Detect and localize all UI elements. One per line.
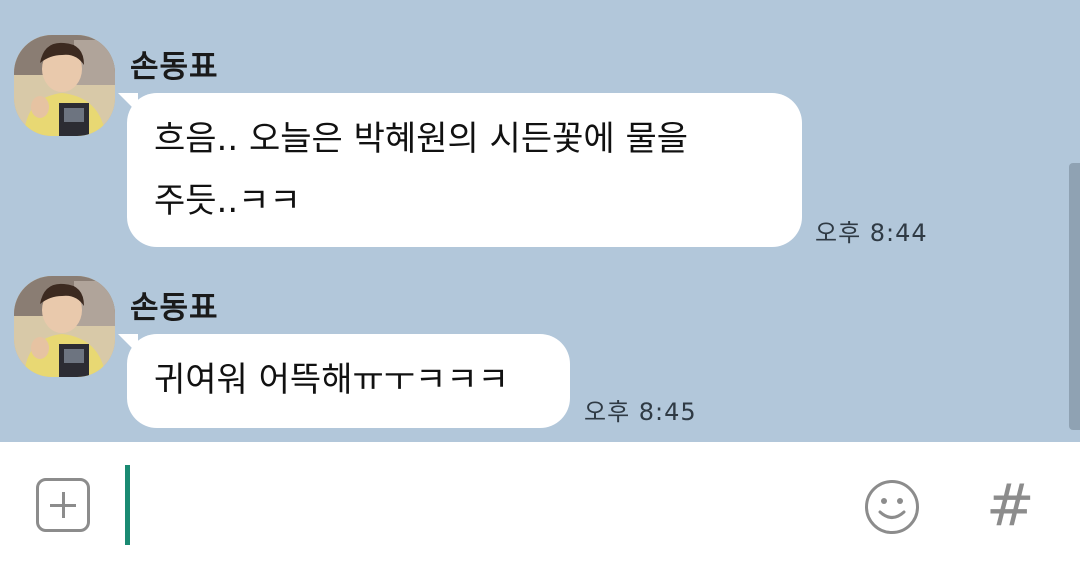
avatar[interactable] — [14, 35, 115, 136]
message-text-line: 귀여워 어뜩해ㅠㅜㅋㅋㅋ — [154, 360, 509, 400]
chat-screen: 손동표 흐음.. 오늘은 박혜원의 시든꽃에 물을 주듯..ㅋㅋ 오후 8:44 — [0, 0, 1080, 569]
message-item: 손동표 귀여워 어뜩해ㅠㅜㅋㅋㅋ 오후 8:45 — [0, 276, 1060, 436]
emoji-icon[interactable] — [864, 479, 920, 535]
hashtag-icon[interactable]: # — [986, 472, 1035, 538]
message-timestamp: 오후 8:45 — [584, 398, 697, 426]
scrollbar[interactable] — [1069, 163, 1080, 430]
message-item: 손동표 흐음.. 오늘은 박혜원의 시든꽃에 물을 주듯..ㅋㅋ 오후 8:44 — [0, 35, 1060, 255]
message-text-line: 흐음.. 오늘은 박혜원의 시든꽃에 물을 — [154, 119, 689, 159]
message-timestamp: 오후 8:44 — [815, 219, 928, 247]
sender-name: 손동표 — [130, 49, 219, 85]
avatar-image — [14, 276, 115, 377]
message-input[interactable] — [140, 465, 844, 547]
sender-name: 손동표 — [130, 290, 219, 326]
avatar[interactable] — [14, 276, 115, 377]
add-icon[interactable] — [36, 478, 90, 532]
message-bubble[interactable]: 흐음.. 오늘은 박혜원의 시든꽃에 물을 주듯..ㅋㅋ — [118, 93, 802, 247]
message-list[interactable]: 손동표 흐음.. 오늘은 박혜원의 시든꽃에 물을 주듯..ㅋㅋ 오후 8:44 — [0, 0, 1080, 442]
avatar-image — [14, 35, 115, 136]
message-text-line: 주듯..ㅋㅋ — [154, 181, 301, 221]
message-bubble[interactable]: 귀여워 어뜩해ㅠㅜㅋㅋㅋ — [118, 334, 570, 428]
text-cursor — [125, 465, 130, 545]
message-input-bar: # — [0, 442, 1080, 569]
